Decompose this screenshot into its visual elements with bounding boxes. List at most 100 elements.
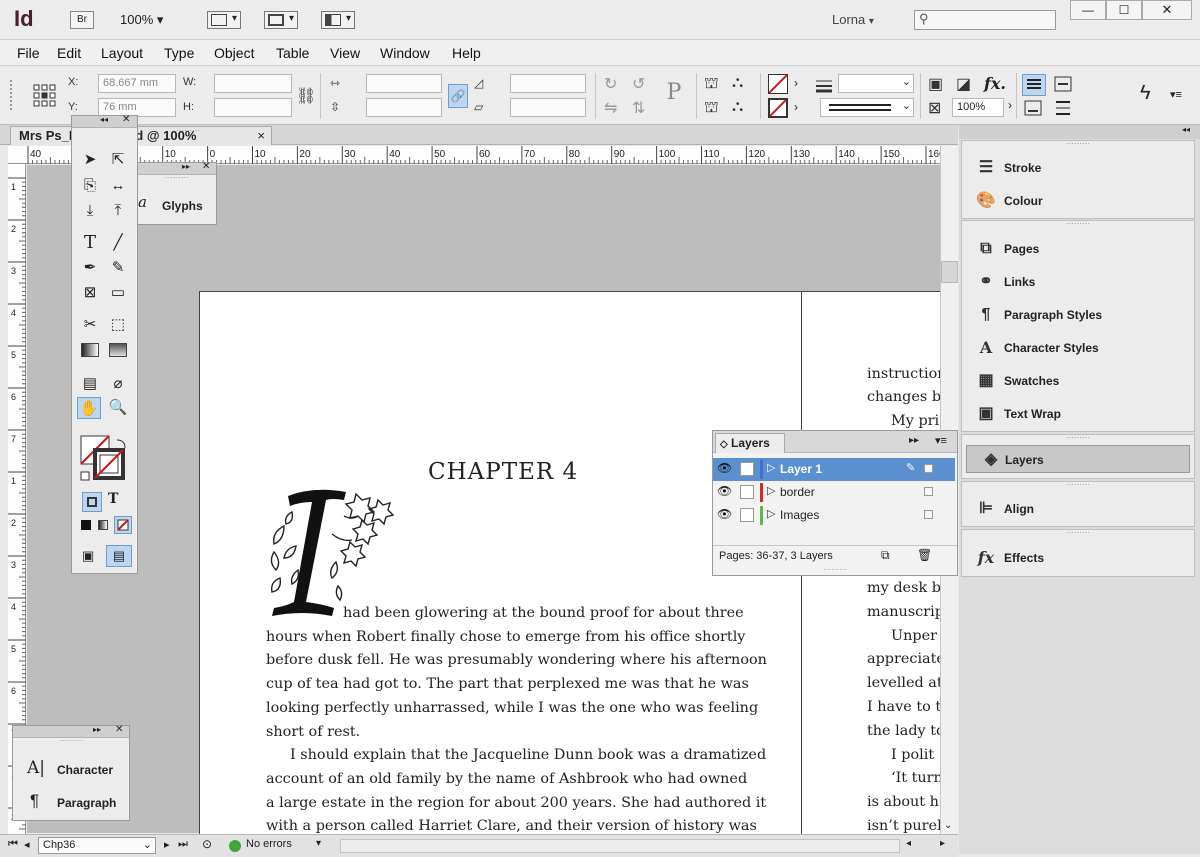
character-panel-item[interactable]: A| Character — [13, 758, 129, 784]
selection-square[interactable] — [924, 464, 933, 473]
gap-tool-icon[interactable]: ↔ — [106, 175, 130, 197]
visibility-eye-icon[interactable]: 👁 — [717, 484, 732, 498]
visibility-eye-icon[interactable]: 👁 — [717, 507, 732, 521]
layer-row[interactable]: 👁 ▷ border — [713, 481, 955, 504]
content-placer-icon[interactable]: ⤒ — [106, 200, 130, 222]
open-page-icon[interactable]: ⊙ — [202, 837, 212, 851]
menu-view[interactable]: View — [330, 45, 360, 61]
user-account-menu[interactable]: Lorna ▾ — [832, 12, 874, 27]
collapse-icon[interactable]: ◂◂ — [100, 115, 108, 124]
dock-item-paragraph-styles[interactable]: ¶ Paragraph Styles — [962, 298, 1194, 331]
zoom-tool-icon[interactable]: 🔍 — [106, 397, 130, 419]
pencil-tool-icon[interactable]: ✎ — [106, 257, 130, 279]
fill-chevron-icon[interactable]: › — [794, 76, 798, 90]
expand-icon[interactable]: ▸▸ — [182, 162, 190, 171]
panel-grip[interactable]: ········· — [962, 434, 1194, 442]
stroke-swatch-icon[interactable] — [768, 98, 788, 118]
dock-item-effects[interactable]: fx Effects — [962, 541, 1194, 574]
selection-square[interactable] — [924, 487, 933, 496]
panel-menu-icon[interactable]: ▾≡ — [1170, 88, 1182, 101]
pen-tool-icon[interactable]: ✒ — [78, 257, 102, 279]
x-position-field[interactable]: 68.667 mm — [98, 74, 176, 93]
gradient-swatch-tool-icon[interactable] — [81, 343, 99, 357]
content-collector-icon[interactable]: ⤓ — [78, 200, 102, 222]
panel-grip[interactable]: ········· — [138, 174, 216, 182]
expand-icon[interactable]: ▸▸ — [93, 725, 101, 734]
close-icon[interactable]: ✕ — [202, 161, 210, 172]
scroll-right-icon[interactable]: ▸ — [940, 838, 945, 849]
shear-field[interactable] — [510, 98, 586, 117]
dock-item-layers[interactable]: ◈ Layers — [966, 445, 1190, 473]
dock-item-swatches[interactable]: ▦ Swatches — [962, 364, 1194, 397]
maximize-button[interactable]: ☐ — [1106, 0, 1142, 20]
new-layer-icon[interactable]: ⧉ — [881, 548, 890, 563]
link-scale-icon[interactable]: 🔗 — [448, 84, 468, 108]
expand-icon[interactable]: ▸▸ — [909, 435, 919, 446]
dock-item-character-styles[interactable]: A Character Styles — [962, 331, 1194, 364]
effects-fx-icon[interactable]: fx. — [984, 74, 1006, 93]
scale-y-field[interactable] — [366, 98, 442, 117]
panel-grip[interactable]: ········· — [962, 220, 1194, 228]
scale-x-field[interactable] — [366, 74, 442, 93]
close-icon[interactable]: ✕ — [122, 114, 130, 125]
layers-panel-header[interactable]: ◇ Layers ▸▸ ▾≡ — [713, 431, 957, 453]
width-field[interactable] — [214, 74, 292, 93]
dock-header[interactable]: ◂◂ — [959, 125, 1200, 139]
screen-mode-button[interactable]: ▾ — [264, 11, 298, 29]
apply-color-icon[interactable] — [81, 520, 91, 530]
trash-icon[interactable]: 🗑 — [917, 548, 932, 562]
align-top-icon[interactable] — [1022, 74, 1046, 96]
fitting-icon[interactable]: ▣ — [928, 74, 943, 94]
apply-gradient-icon[interactable] — [98, 520, 108, 530]
control-grip[interactable] — [10, 80, 14, 110]
dock-item-links[interactable]: ⚭ Links — [962, 265, 1194, 298]
layer-row[interactable]: 👁 ▷ Images — [713, 504, 955, 527]
rotate-ccw-icon[interactable]: ↺ — [632, 74, 645, 94]
stroke-chevron-icon[interactable]: › — [794, 100, 798, 114]
select-content-icon[interactable]: ⛫ — [704, 98, 719, 118]
previous-page-icon[interactable]: ◂ — [24, 838, 30, 851]
chevron-down-icon[interactable]: ▾ — [316, 838, 321, 849]
opacity-chevron-icon[interactable]: › — [1008, 98, 1012, 112]
menu-object[interactable]: Object — [214, 45, 254, 61]
first-page-icon[interactable]: ⏮ — [8, 838, 18, 851]
expand-triangle-icon[interactable]: ▷ — [767, 461, 775, 474]
dock-item-stroke[interactable]: ☰ Stroke — [962, 151, 1194, 184]
menu-window[interactable]: Window — [380, 45, 430, 61]
dock-item-align[interactable]: ⊫ Align — [962, 492, 1194, 525]
fill-stroke-swatches[interactable] — [79, 434, 131, 484]
view-options-button[interactable]: ▾ — [207, 11, 241, 29]
scroll-left-icon[interactable]: ◂ — [906, 838, 911, 849]
formatting-text-icon[interactable]: T — [108, 491, 118, 507]
search-input[interactable]: ⚲ — [914, 10, 1056, 30]
menu-type[interactable]: Type — [164, 45, 194, 61]
note-tool-icon[interactable]: ▤ — [78, 373, 102, 395]
align-center-icon[interactable] — [1052, 74, 1076, 96]
reference-point-icon[interactable] — [33, 84, 57, 108]
paragraph-panel-item[interactable]: ¶ Paragraph — [13, 791, 129, 817]
select-previous-icon[interactable]: ⛬ — [732, 98, 743, 116]
align-bottom-icon[interactable] — [1022, 98, 1046, 120]
panel-grip[interactable]: ········· — [962, 529, 1194, 537]
eyedropper-tool-icon[interactable]: ⌀ — [106, 373, 130, 395]
layers-tab[interactable]: ◇ Layers — [715, 433, 785, 453]
minimize-button[interactable]: — — [1070, 0, 1106, 20]
stroke-weight-field[interactable]: ⌄ — [838, 74, 914, 93]
free-transform-tool-icon[interactable]: ⬚ — [106, 314, 130, 336]
tools-panel-header[interactable]: ◂◂ ✕ — [72, 114, 137, 128]
zoom-level-select[interactable]: 100% ▾ — [120, 12, 163, 28]
quick-apply-icon[interactable]: ϟ — [1140, 82, 1151, 105]
height-field[interactable] — [214, 98, 292, 117]
scrollbar-thumb[interactable] — [941, 261, 958, 283]
dock-item-colour[interactable]: 🎨 Colour — [962, 184, 1194, 217]
hand-tool-icon[interactable]: ✋ — [77, 397, 101, 419]
chevron-down-icon[interactable]: ⌄ — [944, 820, 952, 831]
chapter-heading[interactable]: CHAPTER 4 — [428, 459, 578, 485]
type-tool-icon[interactable]: T — [78, 232, 102, 254]
menu-edit[interactable]: Edit — [57, 45, 81, 61]
lock-toggle[interactable] — [740, 508, 754, 522]
close-button[interactable]: ✕ — [1142, 0, 1192, 20]
horizontal-scrollbar[interactable] — [340, 839, 900, 853]
menu-table[interactable]: Table — [276, 45, 309, 61]
panel-grip[interactable]: ········· — [962, 481, 1194, 489]
